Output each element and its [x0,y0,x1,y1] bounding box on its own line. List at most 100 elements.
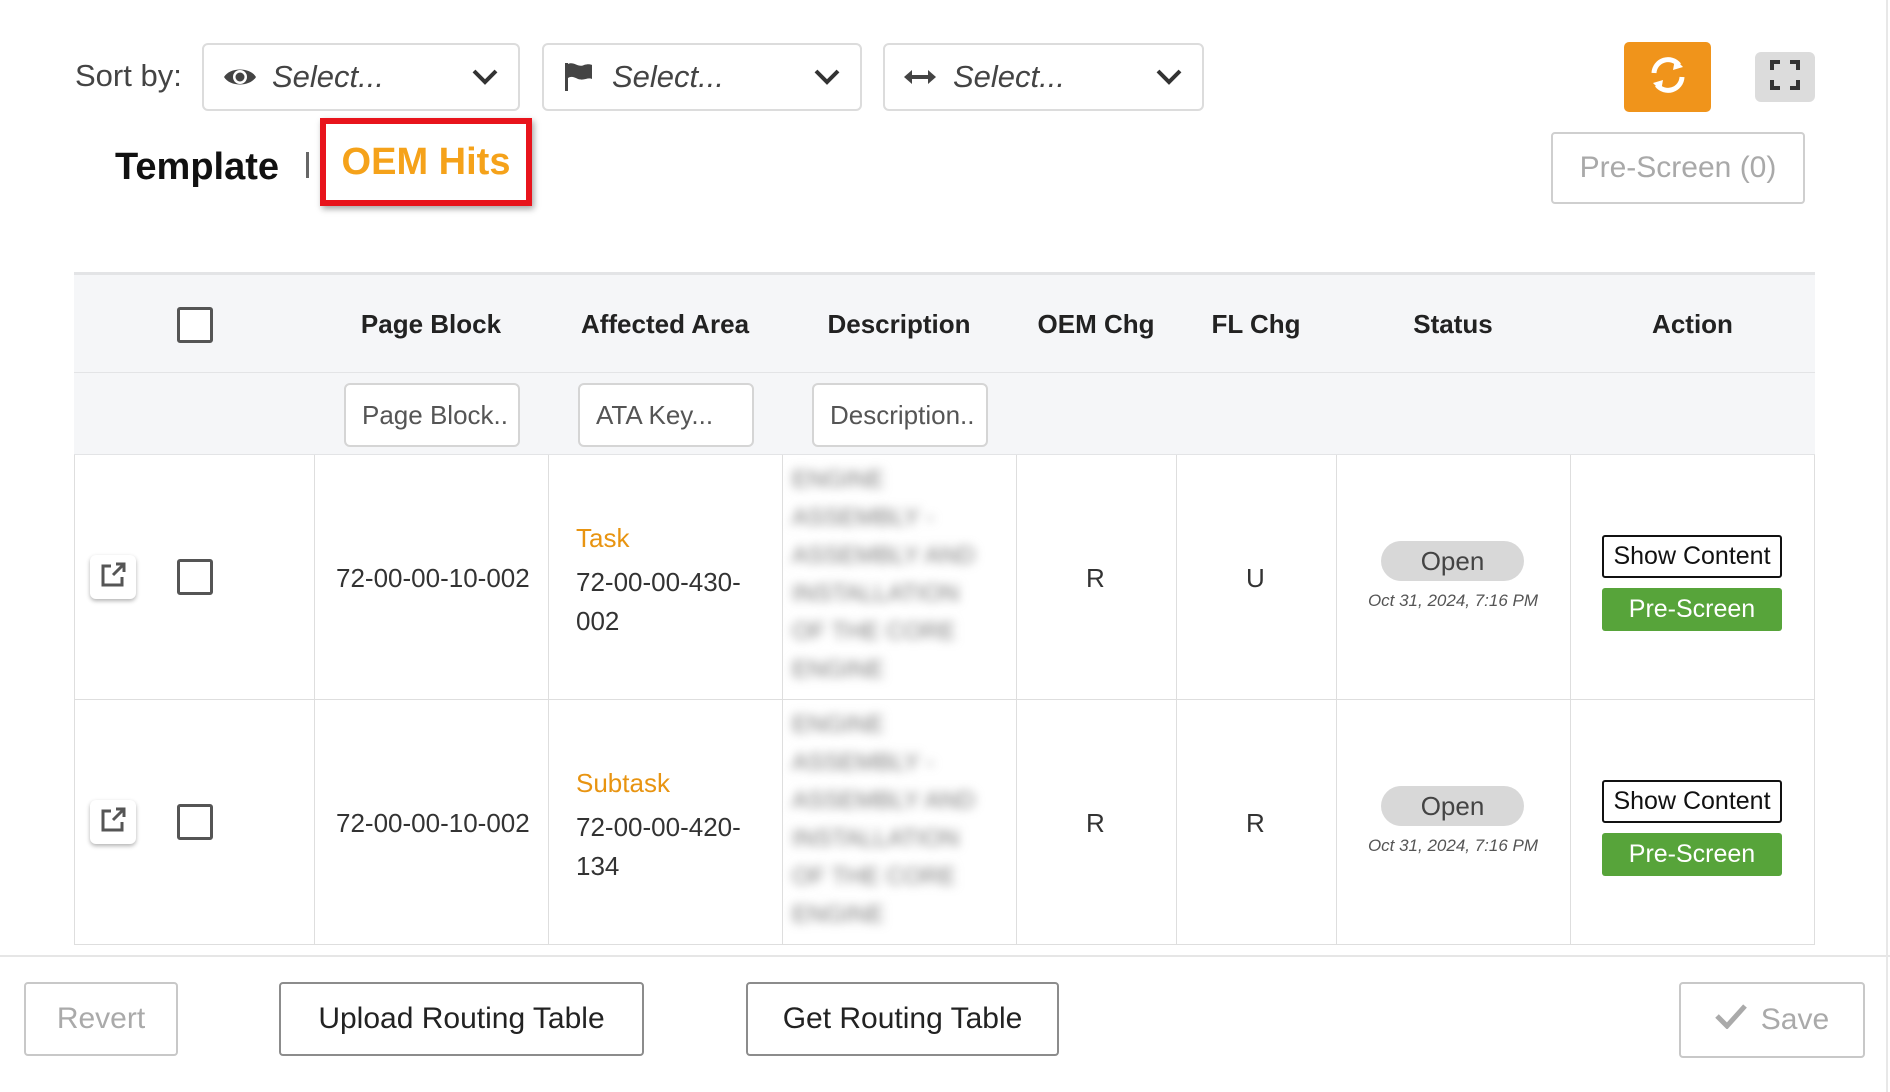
page-block-value: 72-00-00-10-002 [336,563,530,593]
column-header-description[interactable]: Description [782,275,1016,373]
cell-divider [1570,455,1571,699]
upload-routing-table-button[interactable]: Upload Routing Table [279,982,644,1056]
status-badge: Open [1381,786,1524,826]
cell-divider [314,700,315,944]
row-checkbox[interactable] [177,804,213,840]
pre-screen-button[interactable]: Pre-Screen [1602,588,1782,631]
chevron-down-icon [812,62,842,92]
sort-by-label: Sort by: [75,58,182,93]
row-checkbox[interactable] [177,559,213,595]
sort-select-visibility-value: Select... [272,59,384,94]
affected-area-key: 72-00-00-430-002 [576,567,741,636]
oem-chg-value: R [1086,808,1105,838]
tab-template[interactable]: Template [115,146,279,189]
description-filter-input[interactable]: Description.. [812,383,988,447]
status-timestamp: Oct 31, 2024, 7:16 PM [1367,591,1539,610]
open-external-button[interactable] [90,800,136,844]
fl-chg-value: R [1246,808,1265,838]
sort-select-flag[interactable]: Select... [542,43,862,111]
row-border [1814,700,1815,944]
description-value: ENGINE ASSEMBLY - ASSEMBLY AND INSTALLAT… [792,461,1012,689]
status-timestamp: Oct 31, 2024, 7:16 PM [1367,836,1539,855]
fullscreen-button[interactable] [1755,52,1815,102]
refresh-button[interactable] [1624,42,1711,112]
page-block-filter-input[interactable]: Page Block.. [344,383,520,447]
cell-divider [548,700,549,944]
refresh-icon [1649,56,1687,98]
cell-divider [1336,700,1337,944]
column-header-status[interactable]: Status [1336,275,1570,373]
description-line: ENGINE [792,901,885,928]
tab-oem-hits[interactable]: OEM Hits [320,118,532,206]
save-button[interactable]: Save [1679,982,1865,1058]
description-line: ASSEMBLY - [792,504,934,531]
table-row: 72-00-00-10-002 Task 72-00-00-430-002 EN… [74,455,1815,700]
column-header-affected-area[interactable]: Affected Area [548,275,782,373]
affected-area-key: 72-00-00-420-134 [576,812,741,881]
sort-select-direction[interactable]: Select... [883,43,1204,111]
description-line: INSTALLATION [792,580,960,607]
external-link-icon [99,561,127,594]
affected-area-link[interactable]: Subtask [576,768,670,799]
external-link-icon [99,806,127,839]
description-value: ENGINE ASSEMBLY - ASSEMBLY AND INSTALLAT… [792,706,1012,934]
description-line: ENGINE [792,656,885,683]
page-edge [1886,0,1888,1092]
column-header-oem-chg[interactable]: OEM Chg [1016,275,1176,373]
checkmark-icon [1715,1003,1747,1037]
open-external-button[interactable] [90,555,136,599]
arrows-horizontal-icon [903,61,941,93]
status-badge: Open [1381,541,1524,581]
save-label: Save [1760,1003,1830,1036]
cell-divider [314,455,315,699]
cell-divider [1336,455,1337,699]
row-border [74,700,75,944]
cell-divider [1176,700,1177,944]
column-header-action: Action [1652,308,1733,339]
ata-key-filter-input[interactable]: ATA Key... [578,383,754,447]
show-content-button[interactable]: Show Content [1602,535,1782,578]
cell-divider [1570,700,1571,944]
get-routing-table-button[interactable]: Get Routing Table [746,982,1059,1056]
fl-chg-value: U [1246,563,1265,593]
expand-icon [1770,59,1800,95]
description-line: ENGINE [792,711,885,738]
description-line: ENGINE [792,466,885,493]
footer-divider [0,955,1890,957]
flag-icon [562,61,600,93]
select-all-checkbox[interactable] [177,307,213,343]
description-line: OF THE CORE [792,618,956,645]
pre-screen-count-button[interactable]: Pre-Screen (0) [1551,132,1805,204]
cell-divider [782,455,783,699]
description-line: INSTALLATION [792,825,960,852]
pre-screen-button[interactable]: Pre-Screen [1602,833,1782,876]
chevron-down-icon [1154,62,1184,92]
show-content-button[interactable]: Show Content [1602,780,1782,823]
filter-row: Page Block.. ATA Key... Description.. [74,373,1815,455]
oem-chg-value: R [1086,563,1105,593]
oem-hits-table: Page Block Affected Area Description OEM… [74,272,1815,945]
description-line: OF THE CORE [792,863,956,890]
column-header-fl-chg[interactable]: FL Chg [1176,275,1336,373]
cell-divider [548,455,549,699]
row-border [1814,455,1815,699]
cell-divider [1176,455,1177,699]
cell-divider [1016,455,1017,699]
tab-separator [306,152,309,178]
revert-button[interactable]: Revert [24,982,178,1056]
description-line: ASSEMBLY AND [792,542,976,569]
page-block-value: 72-00-00-10-002 [336,808,530,838]
description-line: ASSEMBLY - [792,749,934,776]
affected-area-link[interactable]: Task [576,523,629,554]
sort-select-visibility[interactable]: Select... [202,43,520,111]
sort-select-flag-value: Select... [612,59,724,94]
cell-divider [782,700,783,944]
chevron-down-icon [470,62,500,92]
description-line: ASSEMBLY AND [792,787,976,814]
cell-divider [1016,700,1017,944]
sort-select-direction-value: Select... [953,59,1065,94]
table-row: 72-00-00-10-002 Subtask 72-00-00-420-134… [74,700,1815,945]
table-header: Page Block Affected Area Description OEM… [74,272,1815,373]
eye-icon [222,61,260,93]
column-header-page-block[interactable]: Page Block [314,275,548,373]
